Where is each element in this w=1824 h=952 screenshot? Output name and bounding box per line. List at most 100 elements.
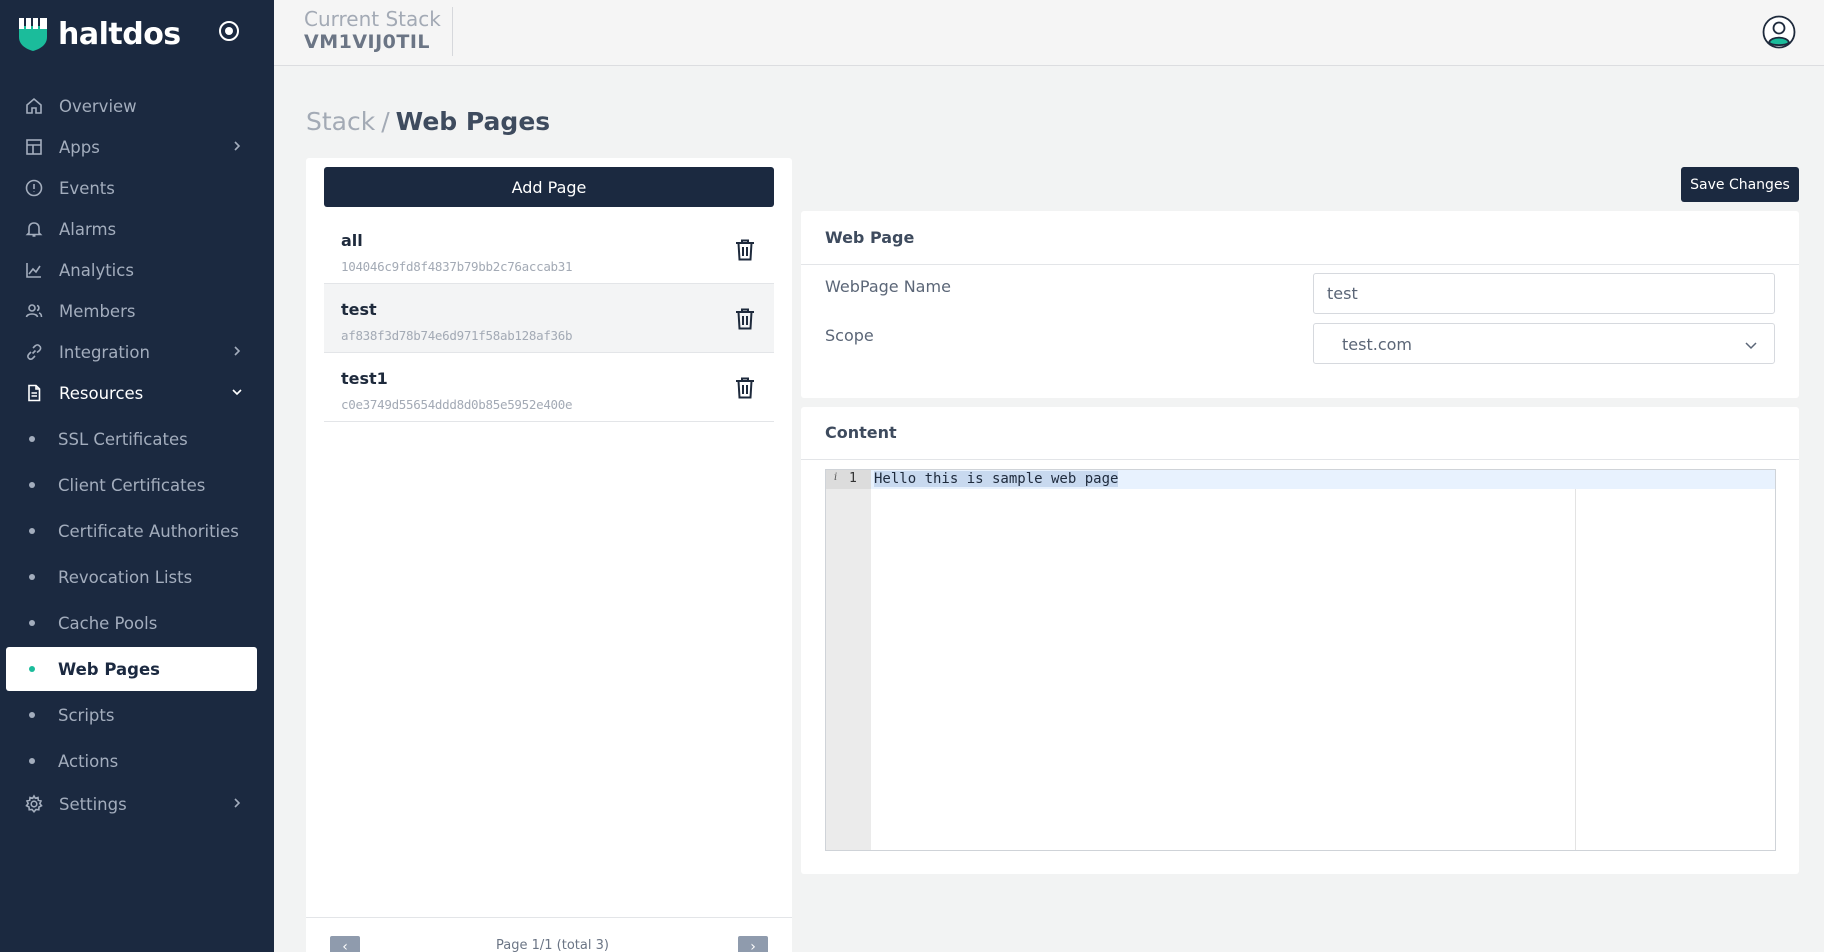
sidebar-subitem-ssl-certificates[interactable]: SSL Certificates [6, 417, 257, 461]
sidebar-subitem-label: Certificate Authorities [58, 521, 239, 541]
bullet-icon [29, 482, 35, 488]
sidebar: haltdos Overview Apps Events Alarms Anal… [0, 0, 274, 952]
divider [801, 264, 1799, 265]
previous-page-button[interactable]: ‹ [330, 936, 360, 952]
link-icon [27, 344, 42, 360]
sidebar-item-label: Apps [59, 137, 100, 157]
page-name: test [341, 300, 377, 319]
layout-icon [26, 139, 42, 155]
chevron-down-icon [1745, 342, 1757, 350]
bullet-icon [29, 620, 35, 626]
sidebar-item-resources[interactable]: Resources [6, 371, 257, 415]
sidebar-item-settings[interactable]: Settings [6, 782, 257, 826]
trash-icon[interactable] [734, 307, 756, 331]
code-text: Hello this is sample web page [874, 471, 1119, 487]
list-item[interactable]: test1 c0e3749d55654ddd8d0b85e5952e400e [324, 353, 774, 422]
home-icon [26, 97, 42, 114]
brand-name: haltdos [58, 16, 181, 52]
breadcrumb-root[interactable]: Stack [306, 107, 375, 136]
page-name: test1 [341, 369, 388, 388]
current-stack-value[interactable]: VM1VIJ0TIL [304, 31, 430, 53]
sidebar-subitem-revocation-lists[interactable]: Revocation Lists [6, 555, 257, 599]
gear-icon [25, 794, 43, 814]
pagination: ‹ Page 1/1 (total 3) › [306, 917, 792, 952]
chevron-right-icon [234, 346, 241, 356]
page-id: c0e3749d55654ddd8d0b85e5952e400e [341, 397, 573, 412]
sidebar-item-overview[interactable]: Overview [6, 84, 257, 128]
sidebar-item-label: Overview [59, 96, 137, 116]
bullet-icon [29, 574, 35, 580]
sidebar-item-apps[interactable]: Apps [6, 125, 257, 169]
sidebar-item-label: Settings [59, 794, 127, 814]
breadcrumb-separator: / [381, 107, 390, 136]
code-line[interactable]: Hello this is sample web page [874, 471, 1119, 487]
divider [801, 459, 1799, 460]
sidebar-subitem-cache-pools[interactable]: Cache Pools [6, 601, 257, 645]
list-item[interactable]: test af838f3d78b74e6d971f58ab128af36b [324, 284, 774, 353]
bullet-icon [29, 712, 35, 718]
page-name: all [341, 231, 363, 250]
brand[interactable]: haltdos [17, 14, 181, 54]
web-page-card: Web Page WebPage Name Scope test.com [801, 211, 1799, 398]
sidebar-subitem-label: Revocation Lists [58, 567, 193, 587]
trash-icon[interactable] [734, 238, 756, 262]
code-editor[interactable]: i 1 Hello this is sample web page [825, 469, 1776, 851]
scope-label: Scope [825, 326, 874, 345]
chevron-down-icon [232, 389, 242, 396]
bullet-icon [29, 528, 35, 534]
save-changes-button[interactable]: Save Changes [1681, 167, 1799, 202]
list-item[interactable]: all 104046c9fd8f4837b79bb2c76accab31 [324, 215, 774, 284]
line-number: 1 [849, 471, 857, 486]
card-title: Web Page [825, 228, 915, 247]
page-id: af838f3d78b74e6d971f58ab128af36b [341, 328, 573, 343]
sidebar-subitem-certificate-authorities[interactable]: Certificate Authorities [6, 509, 257, 553]
sidebar-subitem-actions[interactable]: Actions [6, 739, 257, 783]
chevron-right-icon [234, 798, 241, 808]
sidebar-item-alarms[interactable]: Alarms [6, 207, 257, 251]
sidebar-item-label: Events [59, 178, 115, 198]
trash-icon[interactable] [734, 376, 756, 400]
scope-select[interactable]: test.com [1313, 323, 1775, 364]
bullet-icon [29, 436, 35, 442]
sidebar-item-integration[interactable]: Integration [6, 330, 257, 374]
sidebar-subitem-label: Scripts [58, 705, 115, 725]
pagination-text: Page 1/1 (total 3) [496, 938, 609, 952]
sidebar-item-label: Analytics [59, 260, 134, 280]
next-page-button[interactable]: › [738, 936, 768, 952]
sidebar-toggle-icon[interactable] [218, 20, 240, 42]
sidebar-subitem-label: Cache Pools [58, 613, 158, 633]
bullet-icon [29, 758, 35, 764]
sidebar-item-events[interactable]: Events [6, 166, 257, 210]
breadcrumb: Stack / Web Pages [306, 107, 550, 136]
scope-selected-value: test.com [1342, 335, 1412, 354]
divider [452, 7, 453, 56]
sidebar-item-analytics[interactable]: Analytics [6, 248, 257, 292]
chevron-right-icon [234, 141, 241, 151]
user-avatar-icon[interactable] [1762, 15, 1796, 49]
print-margin [1575, 489, 1576, 850]
page-id: 104046c9fd8f4837b79bb2c76accab31 [341, 259, 573, 274]
sidebar-subitem-label: Actions [58, 751, 119, 771]
document-icon [28, 384, 41, 402]
web-pages-list-panel: Add Page all 104046c9fd8f4837b79bb2c76ac… [306, 158, 792, 952]
bullet-icon [29, 666, 35, 672]
webpage-name-label: WebPage Name [825, 277, 951, 296]
webpage-name-input[interactable] [1313, 273, 1775, 314]
page-title: Web Pages [395, 107, 551, 136]
sidebar-item-members[interactable]: Members [6, 289, 257, 333]
sidebar-subitem-web-pages[interactable]: Web Pages [6, 647, 257, 691]
sidebar-item-label: Alarms [59, 219, 117, 239]
users-icon [25, 304, 43, 318]
info-icon: i [834, 472, 838, 483]
add-page-button[interactable]: Add Page [324, 167, 774, 207]
sidebar-subitem-client-certificates[interactable]: Client Certificates [6, 463, 257, 507]
sidebar-item-label: Members [59, 301, 136, 321]
bell-icon [25, 222, 43, 237]
sidebar-subitem-scripts[interactable]: Scripts [6, 693, 257, 737]
haltdos-logo-icon [19, 18, 47, 51]
current-stack-label: Current Stack [304, 7, 441, 31]
sidebar-subitem-label: Client Certificates [58, 475, 206, 495]
card-title: Content [825, 423, 897, 442]
sidebar-item-label: Resources [59, 383, 144, 403]
sidebar-item-label: Integration [59, 342, 150, 362]
